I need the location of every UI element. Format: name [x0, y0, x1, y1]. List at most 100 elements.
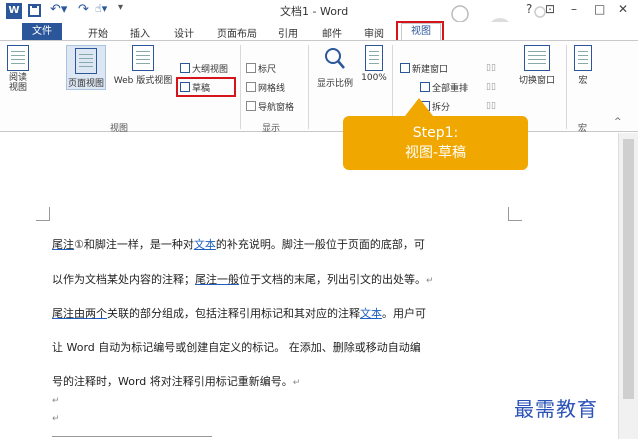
vertical-scrollbar[interactable]	[618, 133, 638, 439]
switch-windows-label: 切换窗口	[518, 76, 555, 86]
help-button[interactable]: ?	[526, 2, 532, 16]
zoom-100-icon	[365, 45, 383, 71]
endnote-text: 尾注一般	[195, 273, 239, 286]
magnifier-icon	[325, 48, 345, 69]
gridlines-check-icon	[246, 82, 256, 92]
text-run: 位于文档的末尾，列出引文的出处等。	[239, 273, 426, 286]
paragraph-line[interactable]: 以作为文档某处内容的注释；尾注一般位于文档的末尾，列出引文的出处等。↵	[52, 271, 434, 287]
ruler-checkbox[interactable]: 标尺	[246, 63, 276, 77]
macros-icon	[574, 45, 592, 71]
zoom-100-button[interactable]: 100%	[360, 45, 388, 83]
read-mode-button[interactable]: 阅读 视图	[4, 45, 32, 93]
read-mode-label: 阅读 视图	[8, 73, 27, 93]
print-layout-button[interactable]: 页面视图	[66, 45, 106, 90]
text-run: 。用户可	[382, 307, 426, 320]
web-layout-label: Web 版式视图	[113, 76, 173, 86]
customize-qat-icon[interactable]: ▾	[118, 2, 123, 13]
footnote-separator-line	[52, 436, 212, 437]
arrange-all-button[interactable]: 全部重排	[420, 82, 468, 96]
outline-label: 大纲视图	[192, 65, 229, 75]
paragraph-line[interactable]: 让 Word 自动为标记编号或创建自定义的标记。 在添加、删除或移动自动编	[52, 339, 421, 355]
scrollbar-thumb[interactable]	[623, 139, 634, 399]
document-title: 文档1 - Word	[280, 5, 349, 18]
new-window-icon	[400, 63, 410, 73]
group-separator	[240, 45, 241, 129]
zoom-button[interactable]: 显示比例	[314, 45, 356, 89]
touch-mode-icon[interactable]: ☝▾	[95, 2, 107, 15]
new-window-button[interactable]: 新建窗口	[400, 63, 448, 77]
undo-icon[interactable]: ↶▾	[50, 2, 67, 17]
view-side-by-side-icon[interactable]: ▯▯	[486, 63, 496, 73]
save-icon[interactable]	[28, 4, 41, 17]
step-callout: Step1: 视图-草稿	[343, 98, 528, 170]
web-layout-icon	[132, 45, 154, 71]
group-separator	[566, 45, 567, 129]
ruler-check-icon	[246, 63, 256, 73]
return-mark: ↵	[292, 378, 301, 388]
text-run: 以作为文档某处内容的注释；	[52, 273, 195, 286]
outline-icon	[180, 63, 190, 73]
nav-pane-checkbox[interactable]: 导航窗格	[246, 101, 294, 115]
text-run: 的补充说明。脚注一般位于页面的底部，可	[215, 238, 425, 251]
print-layout-icon	[75, 48, 97, 74]
watermark-text: 最需教育	[514, 397, 598, 421]
collapse-ribbon-icon[interactable]: ^	[614, 117, 622, 127]
return-mark: ↵	[52, 396, 60, 406]
link-text[interactable]: 文本	[360, 307, 382, 320]
macros-label: 宏	[578, 76, 588, 86]
tab-references[interactable]: 引用	[278, 25, 298, 40]
switch-windows-icon	[524, 45, 550, 71]
read-mode-icon	[7, 45, 29, 71]
minimize-button[interactable]: –	[571, 2, 577, 16]
close-button[interactable]: ✕	[618, 2, 628, 16]
nav-pane-check-icon	[246, 101, 256, 111]
margin-corner-mark	[36, 207, 50, 221]
tab-file[interactable]: 文件	[22, 23, 62, 40]
zoom-label: 显示比例	[316, 79, 353, 89]
new-window-label: 新建窗口	[412, 65, 449, 75]
gridlines-checkbox[interactable]: 网格线	[246, 82, 285, 96]
text-run: 让 Word 自动为标记编号或创建自定义的标记。 在添加、删除或移动自动编	[52, 341, 421, 354]
text-run: ①和脚注一样，是一种对	[74, 238, 194, 251]
tab-home[interactable]: 开始	[88, 25, 108, 40]
reset-window-icon[interactable]: ▯▯	[486, 101, 496, 111]
text-run: 关联的部分组成，包括注释引用标记和其对应的注释	[107, 307, 360, 320]
return-mark: ↵	[52, 414, 60, 424]
redo-icon[interactable]: ↷	[78, 2, 89, 17]
arrange-all-icon	[420, 82, 430, 92]
word-app-icon: W	[6, 3, 22, 19]
web-layout-button[interactable]: Web 版式视图	[110, 45, 176, 86]
outline-button[interactable]: 大纲视图	[180, 63, 228, 77]
title-bar: W ↶▾ ↷ ☝▾ ▾ 文档1 - Word ? ⊡ – □ ✕	[0, 0, 638, 46]
ribbon-display-options-button[interactable]: ⊡	[545, 2, 555, 16]
sync-scroll-icon[interactable]: ▯▯	[486, 82, 496, 92]
tab-review[interactable]: 审阅	[364, 25, 384, 40]
arrange-all-label: 全部重排	[432, 84, 469, 94]
nav-pane-label: 导航窗格	[258, 103, 295, 113]
ribbon: 阅读 视图 页面视图 Web 版式视图 大纲视图 草稿 视图 标尺 网格线 导航…	[0, 40, 638, 134]
gridlines-label: 网格线	[258, 84, 286, 94]
draft-highlight	[176, 77, 236, 97]
tab-layout[interactable]: 页面布局	[217, 25, 257, 40]
endnote-text: 尾注	[52, 238, 74, 251]
callout-line-2: 视图-草稿	[404, 145, 467, 161]
group-separator	[308, 45, 309, 129]
tab-insert[interactable]: 插入	[130, 25, 150, 40]
paragraph-line[interactable]: 尾注由两个关联的部分组成，包括注释引用标记和其对应的注释文本。用户可	[52, 305, 426, 321]
ruler-label: 标尺	[258, 65, 277, 75]
callout-line-1: Step1:	[412, 125, 459, 141]
zoom-100-label: 100%	[361, 73, 387, 83]
paragraph-line[interactable]: 号的注释时，Word 将对注释引用标记重新编号。↵	[52, 373, 300, 389]
ribbon-tab-bar: 文件 开始 插入 设计 页面布局 引用 邮件 审阅 视图	[0, 22, 638, 40]
switch-windows-button[interactable]: 切换窗口	[512, 45, 562, 86]
tab-design[interactable]: 设计	[174, 25, 194, 40]
tab-mailings[interactable]: 邮件	[322, 25, 342, 40]
margin-corner-mark	[508, 207, 522, 221]
endnote-text: 尾注由两个	[52, 307, 107, 320]
paragraph-line[interactable]: 尾注①和脚注一样，是一种对文本的补充说明。脚注一般位于页面的底部，可	[52, 236, 425, 252]
link-text[interactable]: 文本	[194, 238, 216, 251]
maximize-button[interactable]: □	[594, 2, 605, 16]
split-label: 拆分	[432, 103, 451, 113]
text-run: 号的注释时，Word 将对注释引用标记重新编号。	[52, 375, 293, 388]
macros-button[interactable]: 宏	[570, 45, 596, 86]
